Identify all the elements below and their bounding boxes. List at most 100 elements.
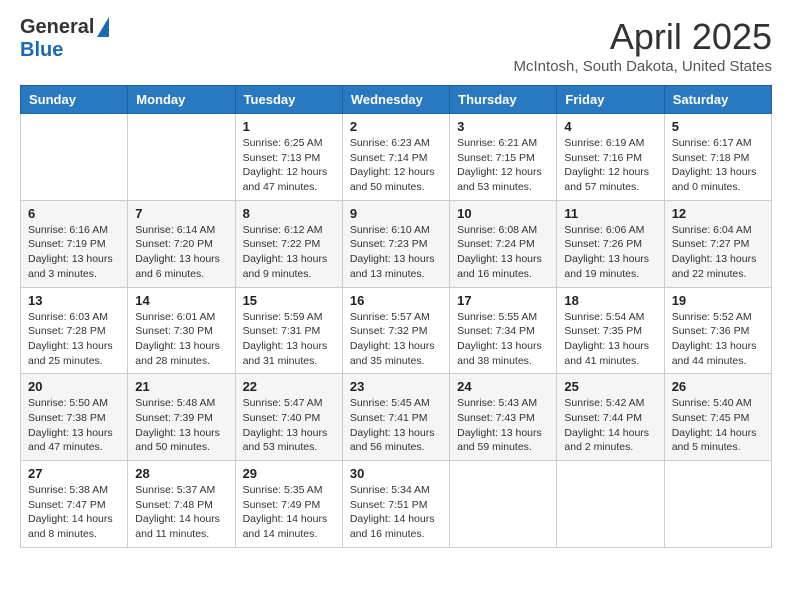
- weekday-header-friday: Friday: [557, 86, 664, 114]
- day-number: 13: [28, 293, 120, 308]
- weekday-header-wednesday: Wednesday: [342, 86, 449, 114]
- day-info: Sunrise: 5:48 AM Sunset: 7:39 PM Dayligh…: [135, 396, 227, 455]
- day-info: Sunrise: 6:08 AM Sunset: 7:24 PM Dayligh…: [457, 223, 549, 282]
- day-number: 14: [135, 293, 227, 308]
- calendar-cell: 22 Sunrise: 5:47 AM Sunset: 7:40 PM Dayli…: [235, 374, 342, 461]
- day-number: 23: [350, 379, 442, 394]
- day-info: Sunrise: 5:59 AM Sunset: 7:31 PM Dayligh…: [243, 310, 335, 369]
- day-info: Sunrise: 5:42 AM Sunset: 7:44 PM Dayligh…: [564, 396, 656, 455]
- calendar-cell: 4 Sunrise: 6:19 AM Sunset: 7:16 PM Daylig…: [557, 114, 664, 201]
- day-info: Sunrise: 6:10 AM Sunset: 7:23 PM Dayligh…: [350, 223, 442, 282]
- calendar-cell: 18Sunrise: 5:54 AM Sunset: 7:35 PM Dayli…: [557, 287, 664, 374]
- day-info: Sunrise: 6:16 AM Sunset: 7:19 PM Dayligh…: [28, 223, 120, 282]
- weekday-header-monday: Monday: [128, 86, 235, 114]
- day-info: Sunrise: 6:06 AM Sunset: 7:26 PM Dayligh…: [564, 223, 656, 282]
- day-number: 16: [350, 293, 442, 308]
- day-info: Sunrise: 5:50 AM Sunset: 7:38 PM Dayligh…: [28, 396, 120, 455]
- calendar-cell: 20 Sunrise: 5:50 AM Sunset: 7:38 PM Dayli…: [21, 374, 128, 461]
- logo-general-text: General: [20, 16, 94, 39]
- weekday-header-row: SundayMondayTuesdayWednesdayThursdayFrid…: [21, 86, 772, 114]
- calendar-cell: 28Sunrise: 5:37 AM Sunset: 7:48 PM Dayli…: [128, 461, 235, 548]
- calendar-week-row: 1Sunrise: 6:25 AM Sunset: 7:13 PM Daylig…: [21, 114, 772, 201]
- day-number: 15: [243, 293, 335, 308]
- day-info: Sunrise: 6:03 AM Sunset: 7:28 PM Dayligh…: [28, 310, 120, 369]
- day-number: 5: [672, 119, 764, 134]
- calendar-cell: 11 Sunrise: 6:06 AM Sunset: 7:26 PM Dayli…: [557, 200, 664, 287]
- calendar-cell: 14Sunrise: 6:01 AM Sunset: 7:30 PM Dayli…: [128, 287, 235, 374]
- day-info: Sunrise: 6:04 AM Sunset: 7:27 PM Dayligh…: [672, 223, 764, 282]
- calendar-cell: 23 Sunrise: 5:45 AM Sunset: 7:41 PM Dayli…: [342, 374, 449, 461]
- day-number: 21: [135, 379, 227, 394]
- calendar-week-row: 20 Sunrise: 5:50 AM Sunset: 7:38 PM Dayli…: [21, 374, 772, 461]
- calendar-cell: 16 Sunrise: 5:57 AM Sunset: 7:32 PM Dayli…: [342, 287, 449, 374]
- calendar-cell: 17 Sunrise: 5:55 AM Sunset: 7:34 PM Dayli…: [450, 287, 557, 374]
- calendar-cell: [128, 114, 235, 201]
- day-info: Sunrise: 5:38 AM Sunset: 7:47 PM Dayligh…: [28, 483, 120, 542]
- day-number: 24: [457, 379, 549, 394]
- day-info: Sunrise: 5:52 AM Sunset: 7:36 PM Dayligh…: [672, 310, 764, 369]
- title-area: April 2025 McIntosh, South Dakota, Unite…: [514, 16, 772, 75]
- day-info: Sunrise: 6:21 AM Sunset: 7:15 PM Dayligh…: [457, 136, 549, 195]
- weekday-header-saturday: Saturday: [664, 86, 771, 114]
- day-number: 7: [135, 206, 227, 221]
- day-number: 28: [135, 466, 227, 481]
- header: General Blue April 2025 McIntosh, South …: [20, 16, 772, 75]
- calendar-cell: 19 Sunrise: 5:52 AM Sunset: 7:36 PM Dayli…: [664, 287, 771, 374]
- calendar-cell: 3Sunrise: 6:21 AM Sunset: 7:15 PM Daylig…: [450, 114, 557, 201]
- day-number: 2: [350, 119, 442, 134]
- weekday-header-thursday: Thursday: [450, 86, 557, 114]
- weekday-header-sunday: Sunday: [21, 86, 128, 114]
- day-info: Sunrise: 5:57 AM Sunset: 7:32 PM Dayligh…: [350, 310, 442, 369]
- day-number: 22: [243, 379, 335, 394]
- day-number: 4: [564, 119, 656, 134]
- calendar-cell: [557, 461, 664, 548]
- calendar-cell: 29Sunrise: 5:35 AM Sunset: 7:49 PM Dayli…: [235, 461, 342, 548]
- calendar-week-row: 6 Sunrise: 6:16 AM Sunset: 7:19 PM Daylig…: [21, 200, 772, 287]
- logo-blue-text: Blue: [20, 39, 63, 62]
- day-info: Sunrise: 6:23 AM Sunset: 7:14 PM Dayligh…: [350, 136, 442, 195]
- calendar-cell: [21, 114, 128, 201]
- day-number: 18: [564, 293, 656, 308]
- calendar-cell: 2 Sunrise: 6:23 AM Sunset: 7:14 PM Daylig…: [342, 114, 449, 201]
- weekday-header-tuesday: Tuesday: [235, 86, 342, 114]
- day-info: Sunrise: 5:34 AM Sunset: 7:51 PM Dayligh…: [350, 483, 442, 542]
- calendar-cell: 7 Sunrise: 6:14 AM Sunset: 7:20 PM Daylig…: [128, 200, 235, 287]
- day-number: 29: [243, 466, 335, 481]
- day-info: Sunrise: 5:55 AM Sunset: 7:34 PM Dayligh…: [457, 310, 549, 369]
- calendar-cell: 6 Sunrise: 6:16 AM Sunset: 7:19 PM Daylig…: [21, 200, 128, 287]
- calendar-cell: 10 Sunrise: 6:08 AM Sunset: 7:24 PM Dayli…: [450, 200, 557, 287]
- logo-triangle-icon: [97, 17, 109, 37]
- calendar-cell: 30 Sunrise: 5:34 AM Sunset: 7:51 PM Dayli…: [342, 461, 449, 548]
- day-number: 25: [564, 379, 656, 394]
- calendar-cell: 27 Sunrise: 5:38 AM Sunset: 7:47 PM Dayli…: [21, 461, 128, 548]
- day-number: 6: [28, 206, 120, 221]
- day-number: 17: [457, 293, 549, 308]
- calendar-table: SundayMondayTuesdayWednesdayThursdayFrid…: [20, 85, 772, 548]
- calendar-cell: 25 Sunrise: 5:42 AM Sunset: 7:44 PM Dayli…: [557, 374, 664, 461]
- day-number: 11: [564, 206, 656, 221]
- day-number: 8: [243, 206, 335, 221]
- day-info: Sunrise: 5:40 AM Sunset: 7:45 PM Dayligh…: [672, 396, 764, 455]
- logo: General Blue: [20, 16, 109, 62]
- day-number: 19: [672, 293, 764, 308]
- day-number: 12: [672, 206, 764, 221]
- day-number: 10: [457, 206, 549, 221]
- day-info: Sunrise: 6:17 AM Sunset: 7:18 PM Dayligh…: [672, 136, 764, 195]
- day-number: 30: [350, 466, 442, 481]
- calendar-cell: 24 Sunrise: 5:43 AM Sunset: 7:43 PM Dayli…: [450, 374, 557, 461]
- day-number: 26: [672, 379, 764, 394]
- day-info: Sunrise: 6:19 AM Sunset: 7:16 PM Dayligh…: [564, 136, 656, 195]
- day-info: Sunrise: 6:14 AM Sunset: 7:20 PM Dayligh…: [135, 223, 227, 282]
- location-title: McIntosh, South Dakota, United States: [514, 58, 772, 75]
- calendar-cell: 9 Sunrise: 6:10 AM Sunset: 7:23 PM Daylig…: [342, 200, 449, 287]
- calendar-cell: [664, 461, 771, 548]
- day-info: Sunrise: 5:47 AM Sunset: 7:40 PM Dayligh…: [243, 396, 335, 455]
- calendar-cell: 5 Sunrise: 6:17 AM Sunset: 7:18 PM Daylig…: [664, 114, 771, 201]
- calendar-cell: 1Sunrise: 6:25 AM Sunset: 7:13 PM Daylig…: [235, 114, 342, 201]
- day-info: Sunrise: 5:43 AM Sunset: 7:43 PM Dayligh…: [457, 396, 549, 455]
- day-info: Sunrise: 5:45 AM Sunset: 7:41 PM Dayligh…: [350, 396, 442, 455]
- day-number: 9: [350, 206, 442, 221]
- day-number: 27: [28, 466, 120, 481]
- day-number: 20: [28, 379, 120, 394]
- day-info: Sunrise: 6:25 AM Sunset: 7:13 PM Dayligh…: [243, 136, 335, 195]
